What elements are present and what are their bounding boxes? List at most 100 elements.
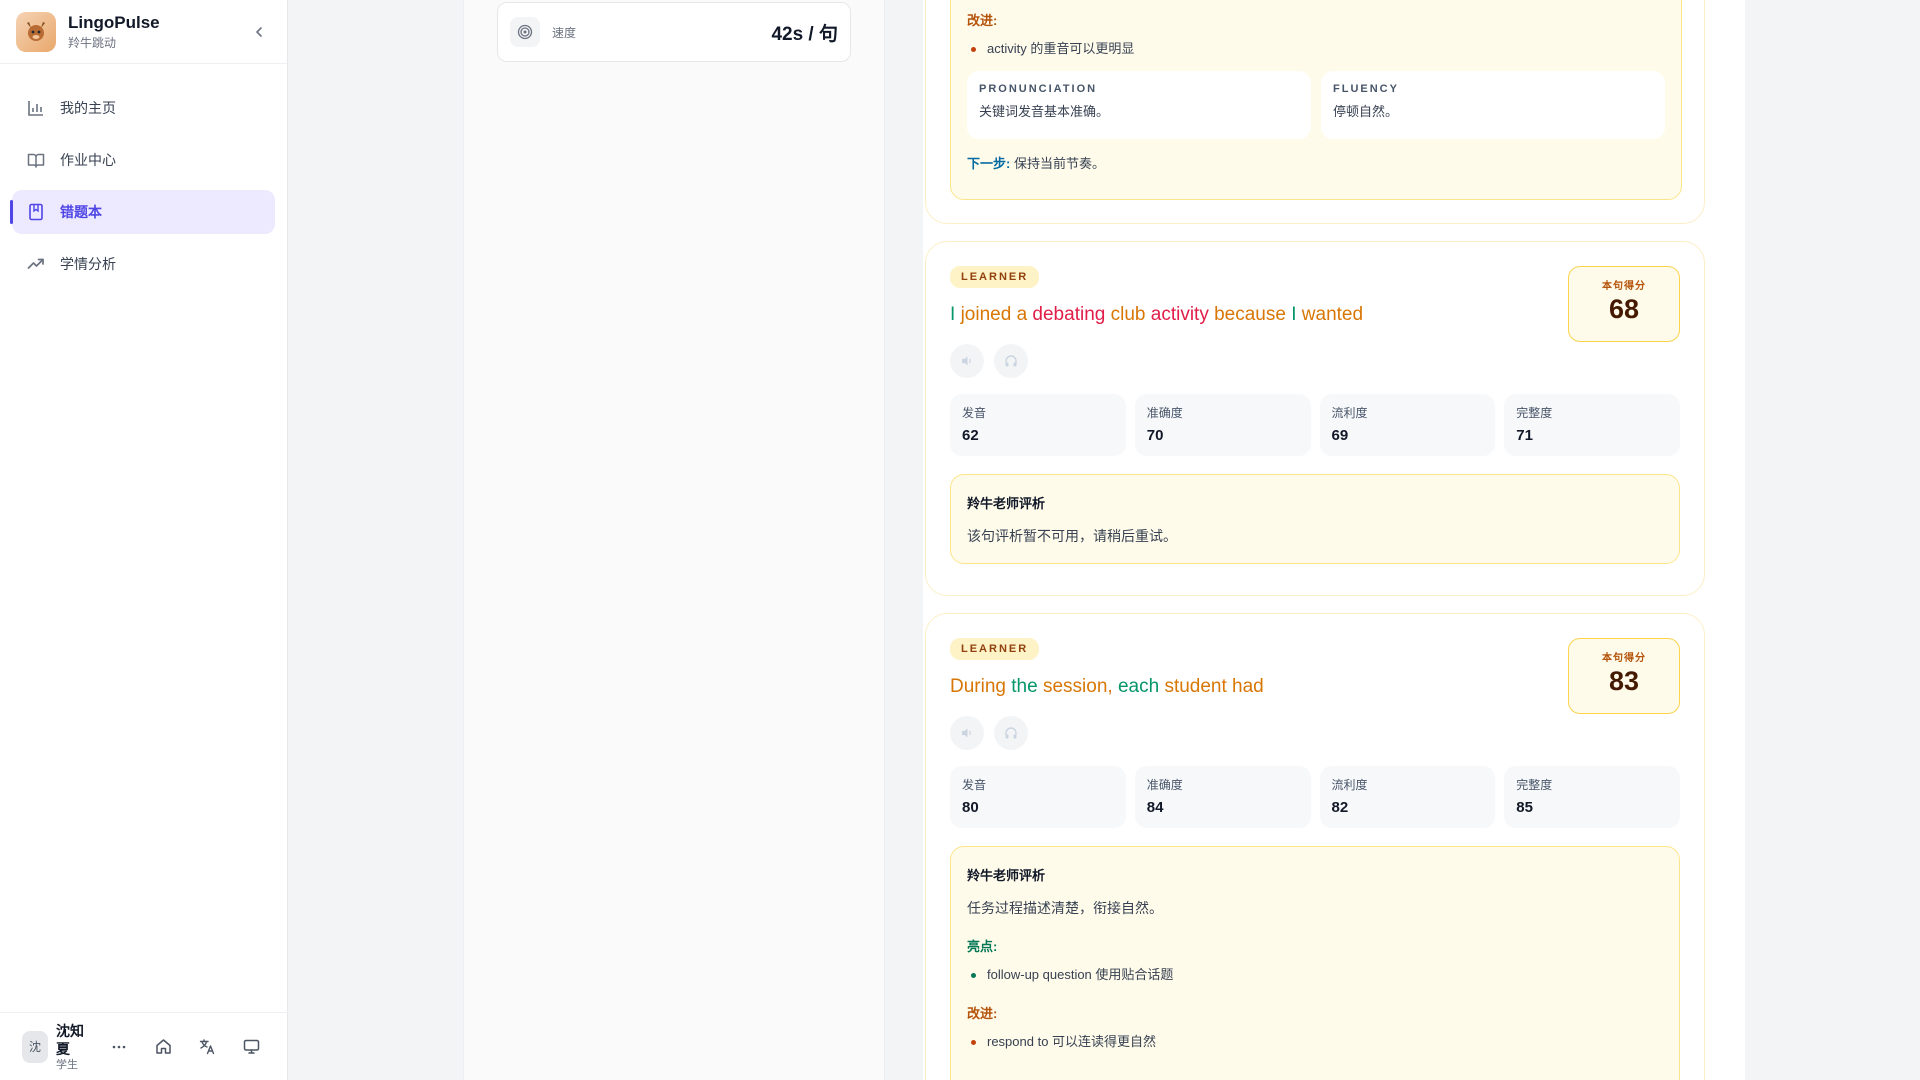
improve-title: 改进: — [967, 1006, 998, 1021]
brand-header: LingoPulse 羚牛跳动 — [0, 0, 287, 64]
sidebar: LingoPulse 羚牛跳动 我的主页 作业中心 错题本 学情分析 沈 沈知夏… — [0, 0, 288, 1080]
sidebar-nav: 我的主页 作业中心 错题本 学情分析 — [0, 64, 287, 286]
app-name: LingoPulse — [68, 12, 160, 32]
teacher-feedback-box: 羚牛老师评析 该句评析暂不可用，请稍后重试。 — [950, 474, 1680, 564]
sidebar-item-label: 学情分析 — [60, 256, 116, 272]
more-options-icon[interactable] — [104, 1032, 134, 1062]
audio-controls — [950, 344, 1680, 378]
app-logo — [16, 11, 56, 52]
play-audio-button[interactable] — [950, 716, 984, 750]
sentence-word: joined — [960, 304, 1012, 325]
metric-label: 发音 — [962, 778, 987, 792]
play-recording-button[interactable] — [994, 716, 1028, 750]
app-subtitle: 羚牛跳动 — [68, 35, 117, 50]
speaker-icon — [962, 356, 971, 366]
sentence-word: a — [1016, 304, 1028, 325]
score-label: 本句得分 — [1602, 281, 1646, 292]
stat-label: 速度 — [552, 25, 577, 40]
metric-label: 流利度 — [1331, 778, 1368, 792]
bar-chart-icon — [26, 98, 46, 118]
metric-fluency: 流利度 69 — [1319, 394, 1496, 456]
monitor-icon[interactable] — [236, 1032, 266, 1062]
book-open-icon — [26, 150, 46, 170]
fluency-card: FLUENCY 停顿自然。 — [1321, 71, 1665, 139]
teacher-feedback-box: 羚牛老师评析 任务过程描述清楚，衔接自然。 亮点: follow-up ques… — [950, 846, 1680, 1080]
teacher-feedback-title: 羚牛老师评析 — [967, 868, 1046, 883]
highlight-list: follow-up question 使用贴合话题 — [967, 965, 1663, 985]
next-step-text: 保持当前节奏。 — [1013, 156, 1105, 171]
metric-label: 完整度 — [1516, 778, 1553, 792]
sentence-word: During — [950, 676, 1006, 697]
metric-accuracy: 准确度 70 — [1134, 394, 1311, 456]
metric-pronunciation: 发音 80 — [950, 766, 1126, 828]
metric-fluency: 流利度 82 — [1319, 766, 1496, 828]
metric-value: 62 — [962, 427, 979, 444]
sidebar-item-label: 作业中心 — [60, 152, 116, 168]
sidebar-item-analytics[interactable]: 学情分析 — [12, 242, 275, 286]
teacher-feedback-title: 羚牛老师评析 — [967, 496, 1046, 511]
metric-value: 69 — [1331, 427, 1349, 444]
target-icon — [510, 17, 540, 47]
metric-value: 82 — [1331, 799, 1349, 816]
learner-badge: LEARNER — [950, 266, 1040, 288]
teacher-feedback-text: 任务过程描述清楚，衔接自然。 — [967, 900, 1163, 916]
speed-stat-card: 速度 42s / 句 — [497, 2, 851, 62]
sidebar-item-mistakes[interactable]: 错题本 — [10, 190, 275, 234]
pronunciation-text: 关键词发音基本准确。 — [979, 104, 1110, 119]
audio-controls — [950, 716, 1680, 750]
highlight-title: 亮点: — [967, 939, 998, 954]
score-metrics: 发音 80 准确度 84 流利度 82 完整度 85 — [950, 766, 1680, 828]
list-item: follow-up question 使用贴合话题 — [967, 965, 1663, 985]
improve-list: respond to 可以连读得更自然 — [967, 1032, 1663, 1052]
avatar[interactable]: 沈 — [22, 1030, 48, 1063]
metric-label: 准确度 — [1146, 778, 1183, 792]
list-item: activity 的重音可以更明显 — [967, 39, 1665, 59]
sentence-word: debating — [1032, 304, 1106, 325]
fluency-heading: FLUENCY — [1333, 83, 1399, 95]
sidebar-item-label: 我的主页 — [60, 100, 116, 116]
teacher-feedback-box: 改进: activity 的重音可以更明显 PRONUNCIATION 关键词发… — [950, 0, 1682, 200]
metric-value: 84 — [1146, 799, 1164, 816]
sentence-word: activity — [1150, 304, 1209, 325]
bookmark-book-icon — [26, 202, 46, 222]
sidebar-item-label: 错题本 — [60, 204, 102, 220]
metric-value: 85 — [1516, 799, 1533, 816]
sentence-word: club — [1110, 304, 1146, 325]
sentence-card: LEARNER I joined a debating club activit… — [925, 241, 1705, 596]
trending-up-icon — [26, 254, 46, 274]
sentence-score: 本句得分 83 — [1568, 638, 1680, 714]
sentence-word: student — [1164, 676, 1227, 697]
sentence-card: 改进: activity 的重音可以更明显 PRONUNCIATION 关键词发… — [925, 0, 1705, 224]
sidebar-item-assignments[interactable]: 作业中心 — [12, 138, 275, 182]
sentence-word: had — [1232, 676, 1264, 697]
metric-value: 70 — [1146, 427, 1164, 444]
play-audio-button[interactable] — [950, 344, 984, 378]
headphones-icon — [1005, 727, 1017, 739]
learner-badge: LEARNER — [950, 638, 1040, 660]
metric-value: 71 — [1516, 427, 1533, 444]
play-recording-button[interactable] — [994, 344, 1028, 378]
collapse-sidebar-button[interactable] — [247, 20, 271, 44]
pronunciation-card: PRONUNCIATION 关键词发音基本准确。 — [967, 71, 1311, 139]
score-value: 68 — [1608, 294, 1640, 324]
stat-value: 42s / 句 — [771, 23, 838, 45]
score-label: 本句得分 — [1602, 653, 1646, 664]
user-footer: 沈 沈知夏 学生 — [0, 1012, 288, 1080]
metric-label: 完整度 — [1516, 406, 1553, 420]
sentence-feedback-list: 改进: activity 的重音可以更明显 PRONUNCIATION 关键词发… — [923, 0, 1745, 1080]
list-item: respond to 可以连读得更自然 — [967, 1032, 1663, 1052]
sidebar-item-home[interactable]: 我的主页 — [12, 86, 275, 130]
fluency-text: 停顿自然。 — [1333, 104, 1399, 119]
sentence-score: 本句得分 68 — [1568, 266, 1680, 342]
metric-label: 发音 — [962, 406, 987, 420]
next-step-label: 下一步: — [967, 156, 1011, 171]
metric-value: 80 — [962, 799, 979, 816]
metric-pronunciation: 发音 62 — [950, 394, 1126, 456]
metric-label: 流利度 — [1331, 406, 1368, 420]
sentence-word: I — [1291, 304, 1297, 325]
score-metrics: 发音 62 准确度 70 流利度 69 完整度 71 — [950, 394, 1680, 456]
sentence-word: session, — [1042, 676, 1113, 697]
sentence-word: I — [950, 304, 956, 325]
home-icon[interactable] — [148, 1032, 178, 1062]
translate-icon[interactable] — [192, 1032, 222, 1062]
